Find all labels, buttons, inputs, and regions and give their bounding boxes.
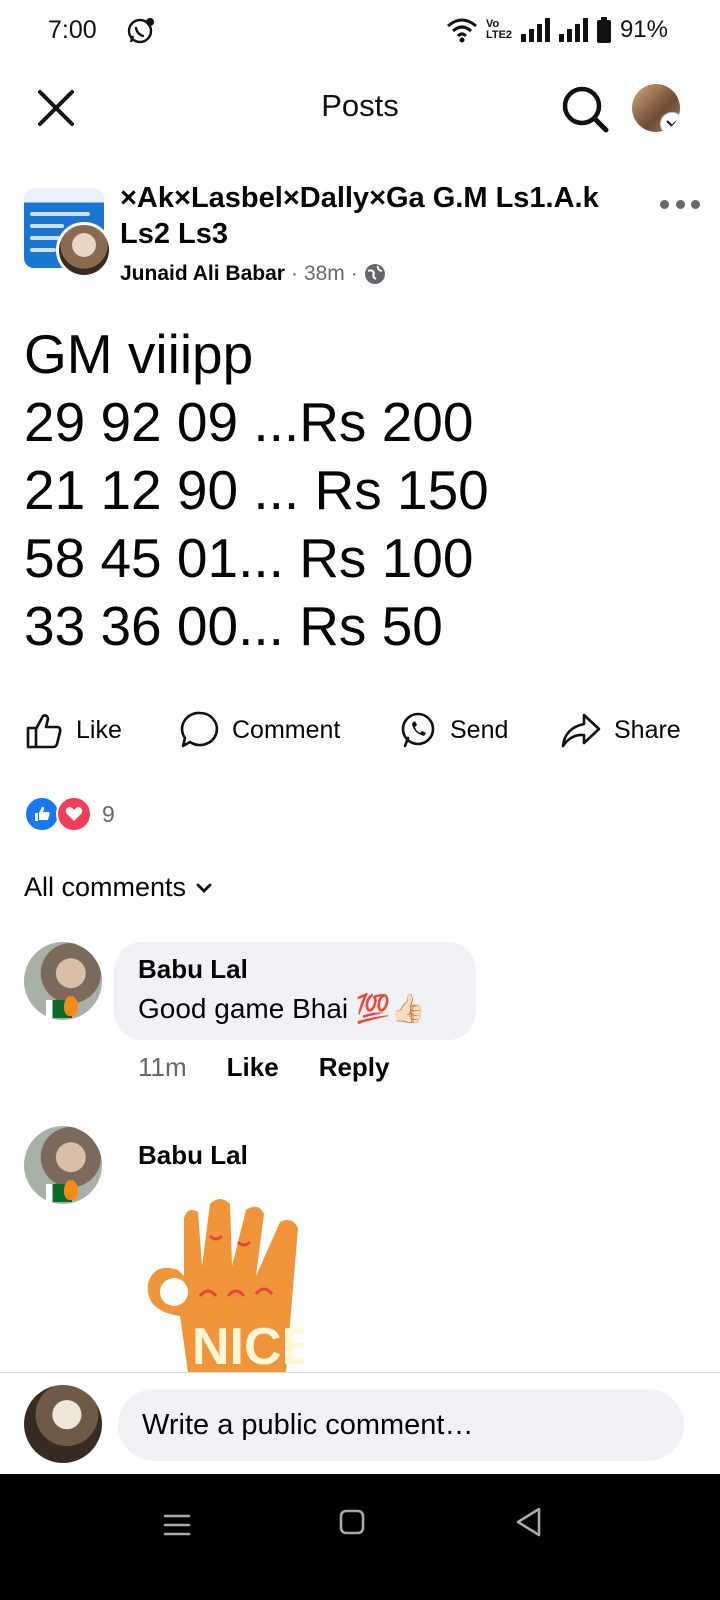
status-bar: 7:00 Vo LTE2 91%: [0, 0, 720, 64]
post-meta: Junaid Ali Babar · 38m ·: [120, 262, 386, 286]
comment-like-button[interactable]: Like: [227, 1052, 279, 1083]
post-line: 33 36 00... Rs 50: [24, 595, 443, 657]
commenter-avatar[interactable]: [24, 942, 102, 1020]
commenter-avatar[interactable]: [24, 1126, 102, 1204]
comments-filter-label: All comments: [24, 872, 187, 902]
whatsapp-icon: [401, 712, 435, 748]
thumb-line: [30, 224, 64, 228]
dot: [691, 199, 700, 209]
post-line: GM viiipp: [24, 323, 254, 385]
comment-label: Comment: [232, 715, 341, 744]
dot: [675, 199, 685, 209]
battery-percent: 91%: [619, 16, 668, 43]
flame-icon: [64, 1180, 78, 1200]
comment-composer: Write a public comment…: [0, 1372, 720, 1475]
author-avatar[interactable]: [56, 222, 112, 278]
share-label: Share: [614, 715, 681, 744]
thumb-line: [30, 236, 60, 240]
like-button[interactable]: Like: [24, 700, 122, 760]
home-square-icon[interactable]: [338, 1508, 366, 1536]
comment-button[interactable]: Comment: [180, 700, 340, 760]
share-arrow-icon: [561, 713, 601, 748]
comment-input[interactable]: Write a public comment…: [118, 1389, 684, 1461]
reactions-summary[interactable]: 9: [24, 796, 115, 832]
signal-icon-1: [520, 18, 550, 42]
love-reaction-icon: [56, 796, 92, 832]
status-time: 7:00: [48, 16, 97, 44]
group-name[interactable]: ×Ak×Lasbel×Dally×Ga G.M Ls1.A.k Ls2 Ls3: [120, 180, 620, 252]
battery-icon: [596, 17, 611, 43]
meta-separator: ·: [350, 262, 358, 285]
sticker-text: NICE: [192, 1318, 304, 1372]
post-line: 29 92 09 ...Rs 200: [24, 391, 474, 453]
thumbs-up-icon: [26, 714, 62, 749]
globe-icon: [364, 264, 385, 284]
network-type-label: Vo LTE2: [485, 18, 513, 41]
search-icon[interactable]: [560, 84, 610, 134]
whatsapp-notification-icon: [127, 18, 154, 44]
my-avatar: [24, 1385, 102, 1463]
nice-hand-sticker[interactable]: NICE: [140, 1196, 304, 1372]
page-title: Posts: [321, 88, 399, 123]
dot: [660, 199, 669, 209]
post-actions: Like Comment Send Share: [0, 700, 720, 760]
like-label: Like: [76, 715, 122, 744]
commenter-name[interactable]: Babu Lal: [138, 954, 248, 985]
post-line: 58 45 01... Rs 100: [24, 527, 474, 589]
comment-bubble-icon: [180, 711, 219, 748]
post-text: GM viiipp 29 92 09 ...Rs 200 21 12 90 ..…: [24, 320, 704, 660]
back-triangle-icon[interactable]: [514, 1506, 544, 1538]
share-button[interactable]: Share: [560, 700, 681, 760]
thumb-line: [30, 248, 56, 252]
comments-filter-dropdown[interactable]: All comments: [24, 872, 212, 903]
comment-reply-button[interactable]: Reply: [319, 1052, 390, 1083]
reaction-count: 9: [102, 800, 115, 827]
post-time[interactable]: 38m: [304, 262, 345, 286]
like-reaction-icon: [24, 796, 60, 832]
comment-text: Good game Bhai 💯👍🏻: [138, 993, 426, 1024]
comment-meta: 11m Like Reply: [138, 1052, 390, 1083]
chevron-down-icon: [660, 112, 680, 132]
comment-time: 11m: [138, 1052, 187, 1082]
meta-separator: ·: [290, 262, 298, 285]
system-nav-bar: [0, 1474, 720, 1600]
comment-bubble[interactable]: Babu Lal Good game Bhai 💯👍🏻: [114, 942, 476, 1040]
thumb-line: [30, 212, 90, 216]
send-button[interactable]: Send: [398, 700, 508, 760]
profile-avatar[interactable]: [632, 84, 680, 132]
flame-icon: [64, 996, 78, 1016]
author-name[interactable]: Junaid Ali Babar: [120, 262, 285, 286]
chevron-down-icon: [196, 883, 212, 893]
more-options-button[interactable]: [660, 196, 700, 212]
post-line: 21 12 90 ... Rs 150: [24, 459, 489, 521]
commenter-name[interactable]: Babu Lal: [138, 1140, 248, 1171]
send-label: Send: [450, 715, 509, 744]
wifi-icon: [446, 18, 477, 43]
status-icons: Vo LTE2 91%: [446, 16, 668, 44]
signal-icon-2: [558, 18, 588, 42]
menu-icon[interactable]: [162, 1512, 192, 1538]
